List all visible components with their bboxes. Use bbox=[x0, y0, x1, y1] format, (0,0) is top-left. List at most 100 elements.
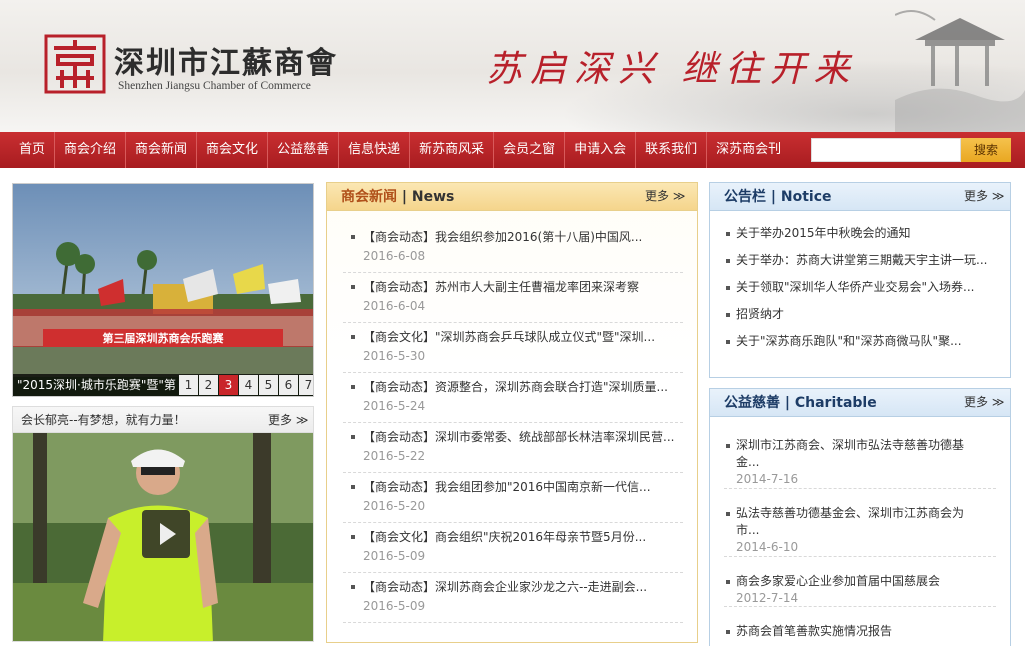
video-header: 会长郁亮--有梦想，就有力量！ 更多 ≫ bbox=[13, 407, 313, 433]
notice-title-cn: 公告栏 bbox=[724, 189, 766, 205]
video-box: 会长郁亮--有梦想，就有力量！ 更多 ≫ bbox=[12, 406, 314, 642]
news-item-title[interactable]: 【商会动态】深圳市委常委、统战部部长林洁率深圳民营... bbox=[363, 428, 678, 446]
header-slogan: 苏启深兴 继往开来 bbox=[486, 49, 858, 90]
nav-item[interactable]: 首页 bbox=[10, 132, 56, 168]
notice-item-title[interactable]: 关于举办：苏商大讲堂第三期戴天宇主讲一玩... bbox=[736, 252, 994, 269]
charity-list-item[interactable]: 深圳市江苏商会、深圳市弘法寺慈善功德基金... 2014-7-16 bbox=[724, 435, 996, 489]
charity-list-item[interactable]: 苏商会首笔善款实施情况报告 bbox=[724, 621, 996, 646]
charity-item-date: 2014-7-16 bbox=[736, 472, 799, 486]
bullet-icon bbox=[726, 580, 730, 584]
news-title-cn: 商会新闻 bbox=[341, 189, 397, 205]
slideshow-caption[interactable]: "2015深圳·城市乐跑赛"暨"第 bbox=[17, 374, 177, 396]
news-item-title[interactable]: 【商会文化】"深圳苏商会乒乓球队成立仪式"暨"深圳... bbox=[363, 328, 678, 346]
news-item-title[interactable]: 【商会动态】资源整合，深圳苏商会联合打造"深圳质量... bbox=[363, 378, 678, 396]
news-list-item[interactable]: 【商会动态】资源整合，深圳苏商会联合打造"深圳质量... 2016-5-24 bbox=[343, 375, 683, 423]
slideshow-page-button[interactable]: 5 bbox=[259, 375, 278, 395]
pavilion-painting-icon bbox=[895, 10, 1025, 132]
slideshow-banner-text: 第三届深圳苏商会乐跑赛 bbox=[103, 331, 225, 345]
news-list-item[interactable]: 【商会动态】我会组团参加"2016中国南京新一代信... 2016-5-20 bbox=[343, 475, 683, 523]
search-input[interactable] bbox=[811, 138, 961, 162]
nav-item[interactable]: 申请入会 bbox=[565, 132, 637, 168]
slideshow-page-button[interactable]: 2 bbox=[199, 375, 218, 395]
news-list-item[interactable]: 【商会动态】我会组织参加2016(第十八届)中国风... 2016-6-08 bbox=[343, 225, 683, 273]
chamber-logo-icon[interactable] bbox=[44, 34, 106, 94]
video-play-button[interactable] bbox=[142, 510, 190, 558]
page-root: 深圳市江蘇商會 Shenzhen Jiangsu Chamber of Comm… bbox=[0, 0, 1025, 646]
bullet-icon bbox=[351, 285, 355, 289]
slideshow-page-button[interactable]: 4 bbox=[239, 375, 258, 395]
nav-item[interactable]: 商会介绍 bbox=[55, 132, 127, 168]
bullet-icon bbox=[351, 235, 355, 239]
news-list-item[interactable]: 【商会文化】商会组织"庆祝2016年母亲节暨5月份... 2016-5-09 bbox=[343, 525, 683, 573]
charity-panel-title[interactable]: 公益慈善 | Charitable bbox=[724, 389, 877, 417]
charity-item-title[interactable]: 商会多家爱心企业参加首届中国慈展会 bbox=[736, 573, 986, 590]
main-nav-list: 首页 商会介绍 商会新闻 商会文化 公益慈善 信息快递 新苏商风采 会员之窗 申请入会 联系我们深… bbox=[10, 132, 790, 168]
logo-chinese-name: 深圳市江蘇商會 bbox=[114, 46, 338, 81]
notice-panel-header: 公告栏 | Notice 更多 ≫ bbox=[710, 183, 1010, 211]
slideshow-page-button[interactable]: 7 bbox=[299, 375, 313, 395]
slideshow-page-button[interactable]: 3 bbox=[219, 375, 238, 395]
main-nav-bar: 首页 商会介绍 商会新闻 商会文化 公益慈善 信息快递 新苏商风采 会员之窗 申请入会 联系我们深… bbox=[0, 132, 1025, 168]
bullet-icon bbox=[351, 535, 355, 539]
news-item-date: 2016-6-04 bbox=[363, 299, 426, 313]
search-button[interactable]: 搜索 bbox=[961, 138, 1011, 162]
news-item-date: 2016-5-20 bbox=[363, 499, 426, 513]
charity-list-item[interactable]: 弘法寺慈善功德基金会、深圳市江苏商会为市... 2014-6-10 bbox=[724, 503, 996, 557]
news-more-link[interactable]: 更多 ≫ bbox=[645, 183, 685, 209]
charity-title-cn: 公益慈善 bbox=[724, 395, 780, 411]
news-list-item[interactable]: 【商会动态】深圳苏商会企业家沙龙之六--走进副会... 2016-5-09 bbox=[343, 575, 683, 623]
slideshow-photo-image[interactable]: 第三届深圳苏商会乐跑赛 bbox=[13, 184, 313, 396]
nav-item[interactable]: 联系我们 bbox=[636, 132, 708, 168]
notice-panel-title[interactable]: 公告栏 | Notice bbox=[724, 183, 831, 211]
photo-slideshow[interactable]: 第三届深圳苏商会乐跑赛 "2015深圳·城市乐跑赛"暨"第 1234567 bbox=[12, 183, 314, 397]
slideshow-page-button[interactable]: 1 bbox=[179, 375, 198, 395]
charity-item-title[interactable]: 深圳市江苏商会、深圳市弘法寺慈善功德基金... bbox=[736, 437, 986, 471]
nav-item[interactable]: 深苏商会刊 bbox=[707, 132, 790, 168]
bullet-icon bbox=[726, 340, 730, 344]
news-list-item[interactable]: 【商会动态】深圳市委常委、统战部部长林洁率深圳民营... 2016-5-22 bbox=[343, 425, 683, 473]
news-item-title[interactable]: 【商会文化】商会组织"庆祝2016年母亲节暨5月份... bbox=[363, 528, 678, 546]
notice-more-link[interactable]: 更多 ≫ bbox=[964, 183, 1004, 209]
nav-item[interactable]: 新苏商风采 bbox=[410, 132, 495, 168]
nav-item[interactable]: 会员之窗 bbox=[494, 132, 566, 168]
video-title[interactable]: 会长郁亮--有梦想，就有力量！ bbox=[21, 407, 186, 433]
news-list-item[interactable]: 【商会动态】苏州市人大副主任曹福龙率团来深考察 2016-6-04 bbox=[343, 275, 683, 323]
news-item-title[interactable]: 【商会动态】深圳苏商会企业家沙龙之六--走进副会... bbox=[363, 578, 678, 596]
nav-item[interactable]: 公益慈善 bbox=[268, 132, 340, 168]
news-list-item[interactable]: 【商会文化】"深圳苏商会乒乓球队成立仪式"暨"深圳... 2016-5-30 bbox=[343, 325, 683, 373]
logo-english-name: Shenzhen Jiangsu Chamber of Commerce bbox=[118, 80, 311, 92]
slideshow-page-button[interactable]: 6 bbox=[279, 375, 298, 395]
news-item-date: 2016-5-09 bbox=[363, 599, 426, 613]
slideshow-pagination: 1234567 bbox=[179, 374, 313, 396]
bullet-icon bbox=[351, 585, 355, 589]
news-item-date: 2016-5-30 bbox=[363, 349, 426, 363]
charity-list-item[interactable]: 商会多家爱心企业参加首届中国慈展会 2012-7-14 bbox=[724, 571, 996, 607]
news-panel-title[interactable]: 商会新闻 | News bbox=[341, 183, 454, 211]
site-header: 深圳市江蘇商會 Shenzhen Jiangsu Chamber of Comm… bbox=[0, 0, 1025, 132]
charity-title-en: | Charitable bbox=[784, 395, 877, 411]
news-panel: 商会新闻 | News 更多 ≫ 【商会动态】我会组织参加2016(第十八届)中… bbox=[326, 182, 698, 643]
nav-item[interactable]: 信息快递 bbox=[339, 132, 411, 168]
notice-item-title[interactable]: 关于"深苏商乐跑队"和"深苏商微马队"聚... bbox=[736, 333, 994, 350]
notice-item-title[interactable]: 关于领取"深圳华人华侨产业交易会"入场券... bbox=[736, 279, 994, 296]
bullet-icon bbox=[351, 485, 355, 489]
news-item-title[interactable]: 【商会动态】我会组织参加2016(第十八届)中国风... bbox=[363, 228, 678, 246]
charity-item-date: 2014-6-10 bbox=[736, 540, 799, 554]
nav-item[interactable]: 商会新闻 bbox=[126, 132, 198, 168]
video-more-link[interactable]: 更多 ≫ bbox=[268, 407, 308, 433]
charity-more-link[interactable]: 更多 ≫ bbox=[964, 389, 1004, 415]
charity-panel: 公益慈善 | Charitable 更多 ≫ 深圳市江苏商会、深圳市弘法寺慈善功… bbox=[709, 388, 1011, 646]
slideshow-caption-bar: "2015深圳·城市乐跑赛"暨"第 1234567 bbox=[13, 374, 313, 396]
charity-item-title[interactable]: 苏商会首笔善款实施情况报告 bbox=[736, 623, 986, 640]
charity-item-date: 2012-7-14 bbox=[736, 591, 799, 605]
notice-item-title[interactable]: 招贤纳才 bbox=[736, 306, 994, 323]
news-title-en: | News bbox=[401, 189, 455, 205]
news-item-date: 2016-5-22 bbox=[363, 449, 426, 463]
bullet-icon bbox=[351, 435, 355, 439]
nav-item[interactable]: 商会文化 bbox=[197, 132, 269, 168]
notice-item-title[interactable]: 关于举办2015年中秋晚会的通知 bbox=[736, 225, 994, 242]
news-item-title[interactable]: 【商会动态】我会组团参加"2016中国南京新一代信... bbox=[363, 478, 678, 496]
notice-panel: 公告栏 | Notice 更多 ≫ 关于举办2015年中秋晚会的通知 关于举办：苏… bbox=[709, 182, 1011, 378]
charity-item-title[interactable]: 弘法寺慈善功德基金会、深圳市江苏商会为市... bbox=[736, 505, 986, 539]
news-item-title[interactable]: 【商会动态】苏州市人大副主任曹福龙率团来深考察 bbox=[363, 278, 678, 296]
